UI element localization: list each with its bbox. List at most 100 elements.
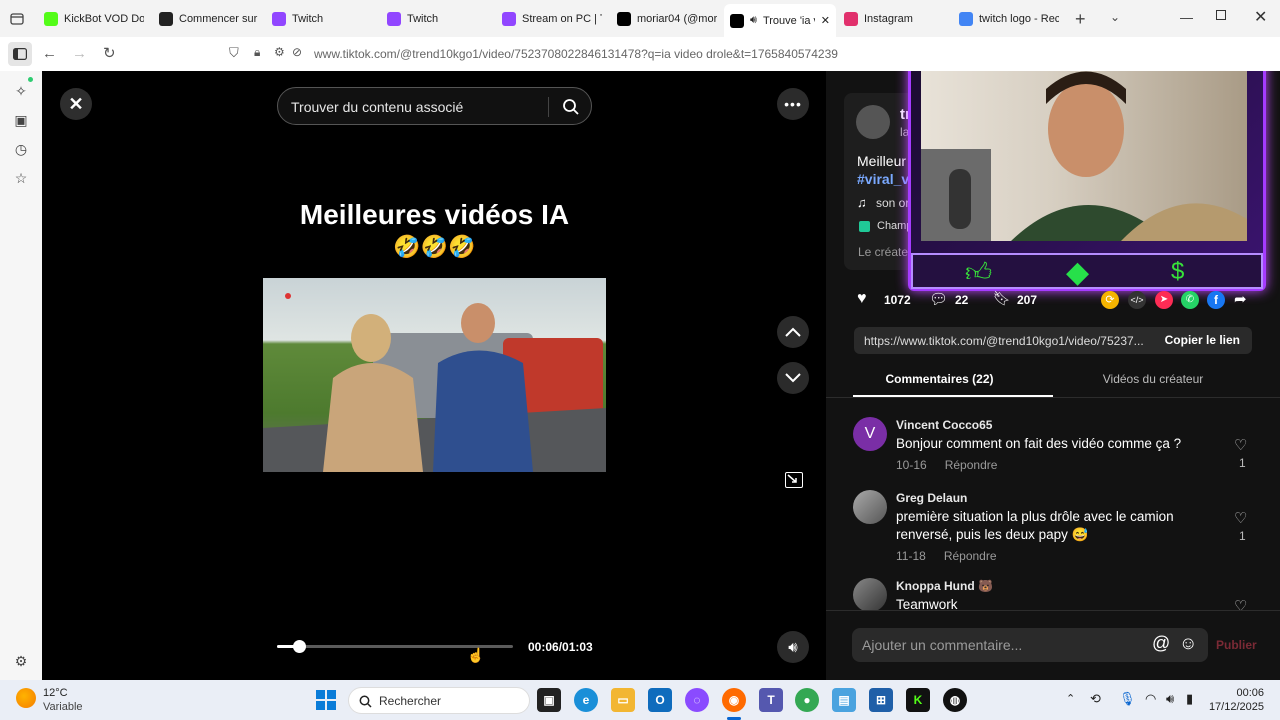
picture-in-picture-icon[interactable]: [785, 472, 803, 488]
comment-author[interactable]: Vincent Cocco65: [896, 418, 1280, 432]
embed-icon[interactable]: </>: [1128, 291, 1146, 309]
sync-icon[interactable]: ⟲: [1090, 691, 1101, 707]
comment-author[interactable]: Greg Delaun: [896, 491, 1196, 505]
like-count: 1072: [884, 293, 911, 307]
mention-icon[interactable]: @: [1152, 633, 1170, 654]
tab-creator-videos[interactable]: Vidéos du créateur: [1053, 372, 1253, 386]
tab-actions-icon[interactable]: [4, 6, 30, 32]
browser-tab[interactable]: Instagram: [838, 6, 950, 32]
address-bar[interactable]: www.tiktok.com/@trend10kgo1/video/752370…: [314, 47, 838, 61]
search-icon[interactable]: [562, 98, 580, 116]
comment-meta: 11-18 Répondre: [896, 549, 1196, 563]
permissions-icon[interactable]: ⚙: [274, 45, 285, 59]
copy-link-button[interactable]: Copier le lien: [1165, 333, 1240, 347]
weather-icon[interactable]: [16, 688, 36, 708]
whatsapp-icon[interactable]: ✆: [1181, 291, 1199, 309]
comment-like-count: 1: [1239, 456, 1246, 470]
task-view-icon[interactable]: ▣: [537, 688, 561, 712]
comment-avatar[interactable]: [853, 490, 887, 524]
tab-audio-icon[interactable]: 🔊︎: [750, 14, 757, 27]
history-icon[interactable]: ◷: [13, 141, 29, 157]
comment-icon[interactable]: 💬︎: [929, 290, 948, 308]
settings-gear-icon[interactable]: ⚙: [13, 653, 29, 669]
publish-button[interactable]: Publier: [1216, 638, 1257, 652]
comment-avatar[interactable]: V: [853, 417, 887, 451]
battery-icon[interactable]: ▮: [1186, 691, 1193, 707]
comment-author[interactable]: Knoppa Hund 🐻: [896, 579, 1280, 593]
tray-chevron-icon[interactable]: ⌃: [1066, 692, 1075, 705]
maximize-button[interactable]: [1216, 10, 1226, 20]
browser-tab[interactable]: 🔊︎ Trouve 'ia v ✕: [724, 4, 836, 37]
browser-tab[interactable]: moriar04 (@mori: [611, 6, 723, 32]
taskbar-search[interactable]: Rechercher: [348, 687, 530, 714]
no-camera-icon[interactable]: ⊘: [292, 45, 302, 59]
close-tab-icon[interactable]: ✕: [821, 14, 830, 27]
reply-button[interactable]: Répondre: [944, 549, 997, 563]
close-video-button[interactable]: ✕: [60, 88, 92, 120]
wifi-icon[interactable]: ◠: [1145, 691, 1156, 707]
chrome-icon[interactable]: ●: [795, 688, 819, 712]
store-icon[interactable]: ⊞: [869, 688, 893, 712]
copilot-icon[interactable]: ◌: [685, 688, 709, 712]
browser-tab[interactable]: twitch logo - Rech: [953, 6, 1065, 32]
kick-icon[interactable]: K: [906, 688, 930, 712]
new-tab-button[interactable]: +: [1075, 9, 1086, 30]
bookmark-icon[interactable]: 🔖︎: [993, 290, 1011, 307]
shield-icon[interactable]: ⛉: [229, 45, 239, 61]
lock-icon[interactable]: 🔒︎: [254, 45, 260, 60]
minimize-button[interactable]: —: [1180, 10, 1193, 25]
reply-button[interactable]: Répondre: [945, 458, 998, 472]
browser-tab[interactable]: KickBot VOD Dow: [38, 6, 150, 32]
video-player[interactable]: Trouver du contenu associé Meilleures vi…: [263, 71, 606, 680]
volume-icon[interactable]: 🔊︎: [777, 631, 809, 663]
clock-time[interactable]: 00:06: [1226, 687, 1264, 699]
back-icon[interactable]: ←: [42, 45, 57, 62]
ai-sparkle-icon[interactable]: ✧: [13, 83, 29, 99]
bookmarks-star-icon[interactable]: ☆: [13, 170, 29, 186]
microphone-icon[interactable]: 🎙︎: [1119, 691, 1136, 707]
speaker-icon[interactable]: 🔊︎: [1166, 691, 1174, 707]
browser-tab-label: twitch logo - Rech: [979, 13, 1059, 25]
photos-icon[interactable]: ▤: [832, 688, 856, 712]
clock-date[interactable]: 17/12/2025: [1200, 701, 1264, 713]
firefox-icon[interactable]: ◉: [722, 688, 746, 712]
file-explorer-icon[interactable]: ▭: [611, 688, 635, 712]
video-progress-handle[interactable]: [293, 640, 307, 653]
next-video-button[interactable]: [777, 362, 809, 394]
more-options-icon[interactable]: •••: [777, 88, 809, 120]
creator-avatar[interactable]: [856, 105, 890, 139]
tab-list-chevron-icon[interactable]: ⌄: [1110, 10, 1120, 24]
obs-icon[interactable]: ◍: [943, 688, 967, 712]
repost-icon[interactable]: ⟳: [1101, 291, 1119, 309]
share-icon[interactable]: ➦: [1234, 290, 1247, 308]
comment-input[interactable]: Ajouter un commentaire... @ ☺: [852, 628, 1208, 662]
browser-tab[interactable]: Stream on PC | Tw: [496, 6, 608, 32]
browser-tab[interactable]: Commencer sur T: [153, 6, 265, 32]
browser-tab[interactable]: Twitch: [381, 6, 493, 32]
previous-video-button[interactable]: [777, 316, 809, 348]
music-title[interactable]: son ori: [876, 196, 912, 210]
facebook-icon[interactable]: f: [1207, 291, 1225, 309]
thumbs-up-icon: 👍︎: [965, 257, 993, 287]
comment-text: Teamwork: [896, 597, 958, 610]
outlook-icon[interactable]: O: [648, 688, 672, 712]
tab-comments[interactable]: Commentaires (22): [826, 372, 1053, 386]
reload-icon[interactable]: ↻: [103, 44, 116, 62]
edge-icon[interactable]: e: [574, 688, 598, 712]
like-icon[interactable]: ♥: [857, 290, 867, 308]
comment-avatar[interactable]: [853, 578, 887, 610]
close-window-button[interactable]: ✕: [1254, 7, 1267, 27]
forward-icon[interactable]: →: [72, 45, 87, 62]
comment-like-icon[interactable]: ♡: [1234, 436, 1247, 454]
sidebar-toggle-icon[interactable]: [8, 42, 32, 66]
start-button[interactable]: [316, 690, 336, 710]
teams-icon[interactable]: T: [759, 688, 783, 712]
synced-tabs-icon[interactable]: ▣: [13, 112, 29, 128]
webcam-person-illustration: [921, 71, 1247, 241]
comment-like-icon[interactable]: ♡: [1234, 597, 1247, 610]
comment-like-icon[interactable]: ♡: [1234, 509, 1247, 527]
send-icon[interactable]: ➤: [1155, 291, 1173, 309]
emoji-icon[interactable]: ☺: [1179, 633, 1197, 654]
browser-tab[interactable]: Twitch: [266, 6, 378, 32]
related-search-box[interactable]: Trouver du contenu associé: [277, 87, 592, 125]
